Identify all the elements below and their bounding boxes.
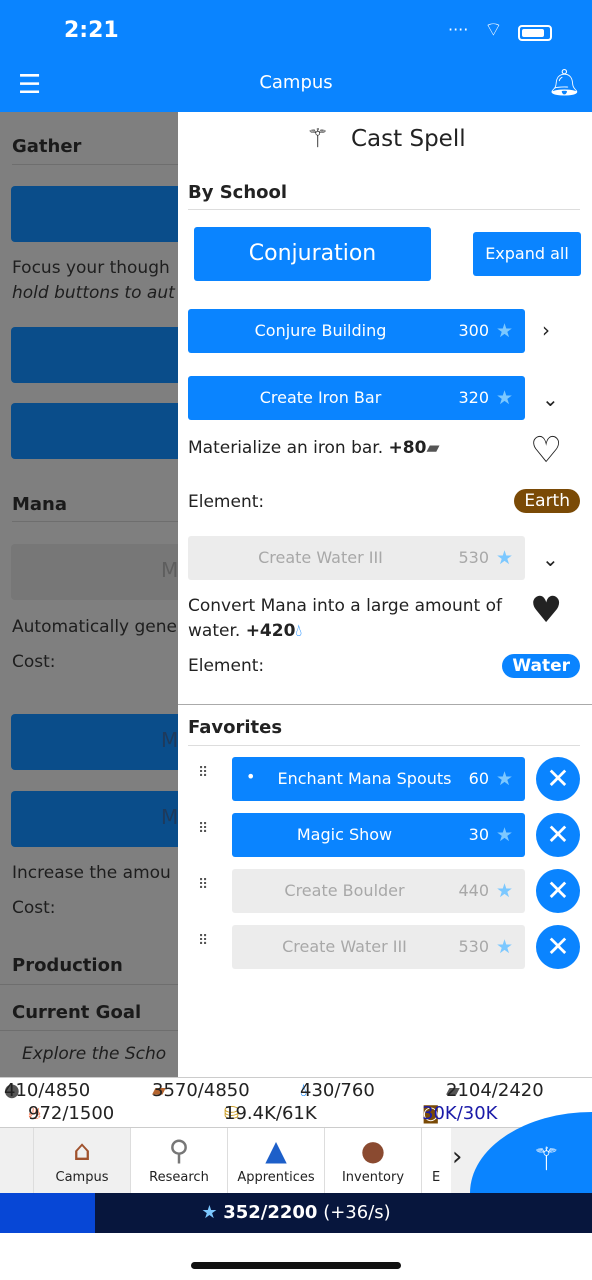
home-indicator (191, 1262, 401, 1269)
remove-favorite-button[interactable]: ✕ (536, 813, 580, 857)
spell-conjure-building[interactable]: Conjure Building 300 ★ (188, 309, 525, 353)
cast-spell-panel: ⚚ Cast Spell By School Conjuration Expan… (178, 112, 592, 1077)
expand-all-button[interactable]: Expand all (473, 232, 581, 276)
spell-create-iron-bar[interactable]: Create Iron Bar 320 ★ (188, 376, 525, 420)
house-icon: ⌂ (73, 1134, 91, 1167)
favorite-magic-show[interactable]: Magic Show 30 ★ (232, 813, 525, 857)
divider (178, 704, 592, 705)
mana-button[interactable]: M (11, 544, 178, 600)
drag-handle-icon[interactable]: ⠿ (198, 822, 210, 836)
tab-research[interactable]: ⚲ Research (130, 1128, 227, 1194)
goal-text: Explore the Scho (22, 1044, 167, 1064)
element-label: Element: (188, 656, 265, 676)
signal-icon: ···· (448, 20, 469, 39)
magic-wand-icon: ⚚ (306, 124, 330, 154)
divider (188, 209, 580, 210)
element-badge-water: Water (502, 654, 580, 678)
chevron-right-icon[interactable]: › (452, 1142, 462, 1172)
campus-background: Gather Focus your though hold buttons to… (0, 112, 178, 1077)
mana-star-icon: ★ (495, 320, 513, 342)
cost-label: Cost: (12, 898, 56, 918)
resource-bar: ● 410/4850 ▰ 3570/4850 💧︎ 430/760 ▰ 2104/242… (0, 1077, 592, 1127)
wizard-hat-icon: ▲ (265, 1134, 287, 1167)
drag-handle-icon[interactable]: ⠿ (198, 878, 210, 892)
mana-upgrade-button[interactable]: M (11, 714, 178, 770)
tab-more[interactable]: E (421, 1128, 451, 1194)
gather-button-3[interactable] (11, 403, 178, 459)
chevron-down-icon[interactable]: ⌄ (542, 547, 559, 571)
magic-wand-icon: ⚚ (532, 1140, 561, 1178)
gather-button-2[interactable] (11, 327, 178, 383)
by-school-heading: By School (188, 182, 288, 203)
drag-handle-icon[interactable]: ⠿ (198, 766, 210, 780)
mana-star-icon: ★ (495, 936, 513, 958)
element-badge-earth: Earth (514, 489, 580, 513)
tab-inventory[interactable]: ● Inventory (324, 1128, 421, 1194)
iron-bar-icon: ▰ (426, 438, 440, 458)
page-title: Campus (259, 72, 333, 93)
spell-description: Materialize an iron bar. +80▰ (188, 438, 440, 458)
divider (0, 1030, 178, 1031)
mana-star-icon: ★ (495, 547, 513, 569)
bag-icon: ● (360, 1134, 386, 1167)
auto-text: Automatically gene (12, 617, 177, 637)
mana-star-icon: ★ (495, 768, 513, 790)
nav-bar: ☰ Campus 🔔︎ (0, 60, 592, 112)
favorite-heart-filled-icon[interactable]: ♥ (530, 590, 562, 631)
divider (188, 745, 580, 746)
cost-label: Cost: (12, 652, 56, 672)
clock: 2:21 (64, 18, 119, 43)
battery-icon (518, 25, 552, 41)
wifi-icon: ⌔ (484, 17, 503, 41)
spell-create-water-iii[interactable]: Create Water III 530 ★ (188, 536, 525, 580)
gather-button[interactable] (11, 186, 178, 242)
chevron-right-icon[interactable]: › (542, 318, 550, 342)
bell-icon[interactable]: 🔔︎ (548, 68, 581, 98)
tab-apprentices[interactable]: ▲ Apprentices (227, 1128, 324, 1194)
remove-favorite-button[interactable]: ✕ (536, 925, 580, 969)
school-selector-conjuration[interactable]: Conjuration (194, 227, 431, 281)
chevron-down-icon[interactable]: ⌄ (542, 387, 559, 411)
tab-campus[interactable]: ⌂ Campus (33, 1128, 130, 1194)
panel-title: Cast Spell (351, 126, 466, 152)
focus-text: Focus your though (12, 258, 170, 278)
section-production: Production (12, 955, 123, 976)
divider (12, 521, 178, 522)
water-drop-icon: 💧︎ (295, 621, 303, 641)
drag-handle-icon[interactable]: ⠿ (198, 934, 210, 948)
favorite-enchant-mana-spouts[interactable]: • Enchant Mana Spouts 60 ★ (232, 757, 525, 801)
section-mana: Mana (12, 494, 68, 515)
mana-star-icon: ★ (201, 1202, 218, 1223)
mana-star-icon: ★ (495, 387, 513, 409)
magnifier-icon: ⚲ (168, 1134, 190, 1167)
favorite-create-water-iii[interactable]: Create Water III 530 ★ (232, 925, 525, 969)
increase-text: Increase the amou (12, 863, 171, 883)
favorite-heart-outline-icon[interactable]: ♡ (530, 430, 562, 471)
mana-readout: ★ 352/2200 (+36/s) (201, 1202, 391, 1223)
mana-upgrade-button-2[interactable]: M (11, 791, 178, 847)
hold-hint: hold buttons to aut (12, 283, 175, 303)
element-label: Element: (188, 492, 265, 512)
divider (12, 164, 178, 165)
divider (0, 984, 178, 985)
spell-description: Convert Mana into a large amount of water… (188, 596, 502, 641)
favorites-heading: Favorites (188, 717, 283, 738)
section-gather: Gather (12, 136, 82, 157)
mana-star-icon: ★ (495, 880, 513, 902)
favorite-create-boulder[interactable]: Create Boulder 440 ★ (232, 869, 525, 913)
mana-star-icon: ★ (495, 824, 513, 846)
remove-favorite-button[interactable]: ✕ (536, 869, 580, 913)
remove-favorite-button[interactable]: ✕ (536, 757, 580, 801)
section-current-goal: Current Goal (12, 1002, 142, 1023)
status-bar: 2:21 ···· ⌔ (0, 0, 592, 60)
